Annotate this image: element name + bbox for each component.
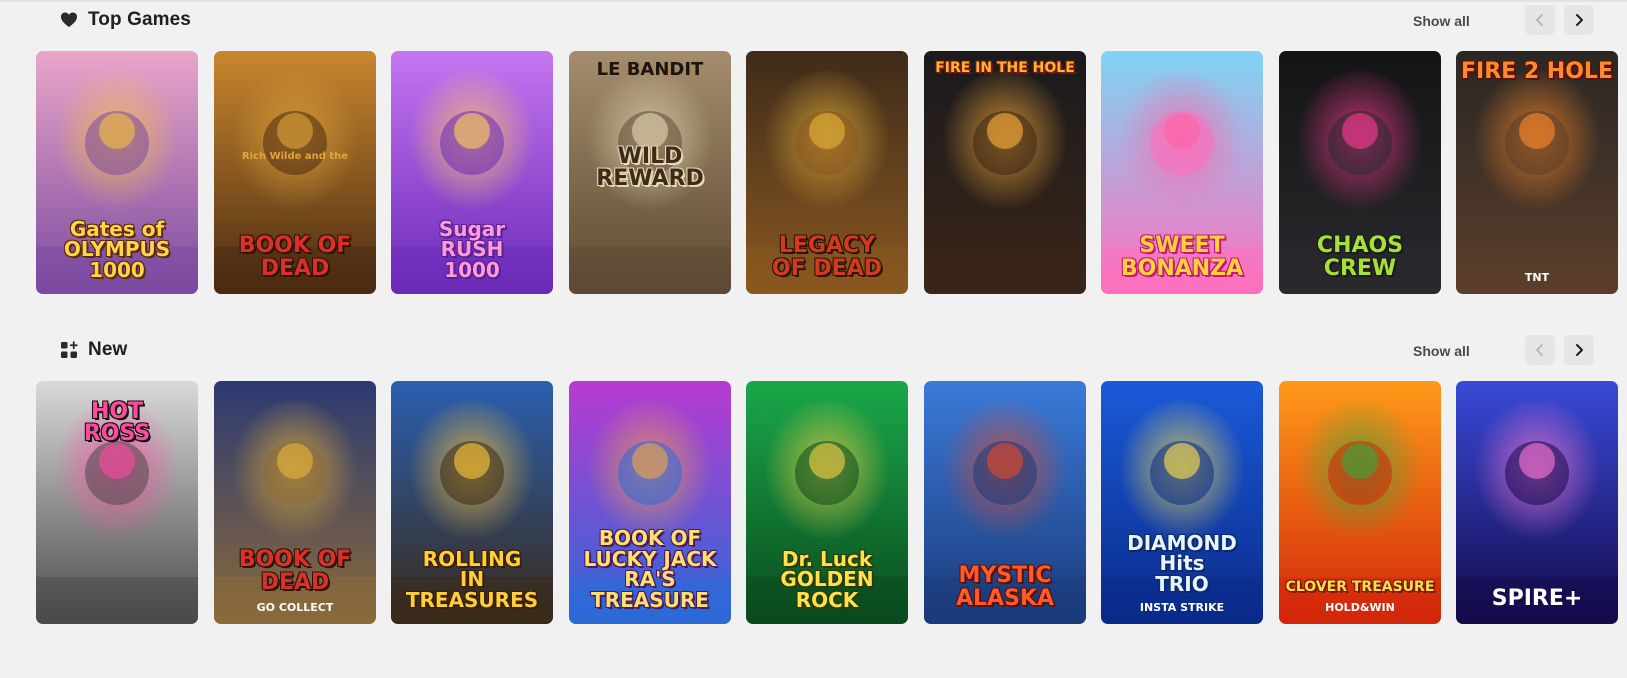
carousel-prev-button[interactable] — [1525, 335, 1555, 365]
game-card-mystic-alaska[interactable]: MYSTIC ALASKA — [924, 381, 1086, 624]
game-card-fire-in-the-hole[interactable]: FIRE IN THE HOLE — [924, 51, 1086, 294]
game-art-subtitle: HOLD&WIN — [1325, 601, 1395, 614]
game-card-diamond-hits-trio-insta-strike[interactable]: DIAMOND Hits TRIO INSTA STRIKE — [1101, 381, 1263, 624]
section-top-games: Top Games Show all Gates of OLYMPUS 1000… — [0, 0, 1627, 300]
show-all-link[interactable]: Show all — [1413, 343, 1470, 359]
game-card-le-bandit[interactable]: WILD REWARD LE BANDIT — [569, 51, 731, 294]
game-card-book-of-dead-go-collect[interactable]: BOOK OF DEAD GO COLLECT — [214, 381, 376, 624]
section-header: New Show all — [0, 330, 1627, 370]
game-card-sugar-rush-1000[interactable]: Sugar RUSH 1000 — [391, 51, 553, 294]
game-art-title: Dr. Luck GOLDEN ROCK — [780, 546, 874, 612]
game-art-title: CHAOS CREW — [1316, 233, 1404, 281]
heart-icon — [60, 11, 78, 29]
section-new: New Show all HOT ROSS BOOK OF DEAD GO COLL… — [0, 330, 1627, 630]
game-card-fire-in-the-hole-2[interactable]: FIRE 2 HOLE TNT — [1456, 51, 1618, 294]
game-art-title: CLOVER TREASURE — [1285, 578, 1435, 595]
carousel-next-button[interactable] — [1564, 5, 1594, 35]
game-art-title: MYSTIC ALASKA — [956, 563, 1054, 611]
game-card-spire[interactable]: SPIRE+ — [1456, 381, 1618, 624]
game-art-title: FIRE 2 HOLE — [1461, 59, 1613, 84]
game-card-hot-ross[interactable]: HOT ROSS — [36, 381, 198, 624]
game-card-book-of-lucky-jack-ra-s-treasure[interactable]: BOOK OF LUCKY JACK RA'S TREASURE — [569, 381, 731, 624]
game-card-sweet-bonanza[interactable]: SWEET BONANZA — [1101, 51, 1263, 294]
game-card-rich-wilde-and-the-book-of-dead[interactable]: Rich Wilde and the BOOK OF DEAD — [214, 51, 376, 294]
show-all-link[interactable]: Show all — [1413, 13, 1470, 29]
game-card-clover-treasure-hold-win[interactable]: CLOVER TREASURE HOLD&WIN — [1279, 381, 1441, 624]
chevron-right-icon — [1576, 344, 1583, 356]
game-art-title: SWEET BONANZA — [1120, 233, 1244, 281]
game-art-subtitle: INSTA STRIKE — [1139, 601, 1225, 614]
game-art-title: SPIRE+ — [1491, 585, 1583, 611]
game-card-rolling-in-treasures[interactable]: ROLLING IN TREASURES — [391, 381, 553, 624]
section-title: New — [88, 339, 128, 360]
game-art-title: ROLLING IN TREASURES — [405, 546, 539, 612]
game-art-subtitle: LE BANDIT — [596, 59, 704, 80]
game-art-title: HOT ROSS — [83, 399, 151, 447]
game-art-title: BOOK OF DEAD — [238, 233, 352, 281]
chevron-left-icon — [1536, 344, 1543, 356]
game-card-dr-luck-golden-rock[interactable]: Dr. Luck GOLDEN ROCK — [746, 381, 908, 624]
carousel-next-button[interactable] — [1564, 335, 1594, 365]
game-art-title: FIRE IN THE HOLE — [935, 60, 1075, 76]
game-card-chaos-crew-ii[interactable]: CHAOS CREW — [1279, 51, 1441, 294]
section-title: Top Games — [88, 9, 191, 30]
game-art-subtitle: Rich Wilde and the — [241, 151, 349, 162]
game-art-title: Sugar RUSH 1000 — [438, 216, 506, 282]
game-art-title: BOOK OF DEAD — [238, 547, 352, 595]
game-thumbnail — [1456, 51, 1618, 294]
game-art-title: Gates of OLYMPUS 1000 — [63, 216, 171, 282]
game-art-title: DIAMOND Hits TRIO — [1127, 530, 1237, 596]
chevron-right-icon — [1576, 14, 1583, 26]
game-art-subtitle: GO COLLECT — [256, 601, 334, 614]
chevron-left-icon — [1536, 14, 1543, 26]
game-art-title: WILD REWARD — [596, 144, 704, 192]
game-card-legacy-of-dead[interactable]: LEGACY OF DEAD — [746, 51, 908, 294]
game-thumbnail — [924, 51, 1086, 294]
grid-plus-icon — [60, 341, 78, 359]
game-art-title: BOOK OF LUCKY JACK RA'S TREASURE — [583, 526, 717, 612]
game-art-title: LEGACY OF DEAD — [772, 233, 882, 281]
game-row: HOT ROSS BOOK OF DEAD GO COLLECT ROLLING IN… — [36, 381, 1627, 624]
game-art-subtitle: TNT — [1524, 271, 1550, 284]
carousel-prev-button[interactable] — [1525, 5, 1555, 35]
game-row: Gates of OLYMPUS 1000 Rich Wilde and the B… — [36, 51, 1627, 294]
game-card-gates-of-olympus-1000[interactable]: Gates of OLYMPUS 1000 — [36, 51, 198, 294]
section-header: Top Games Show all — [0, 0, 1627, 40]
